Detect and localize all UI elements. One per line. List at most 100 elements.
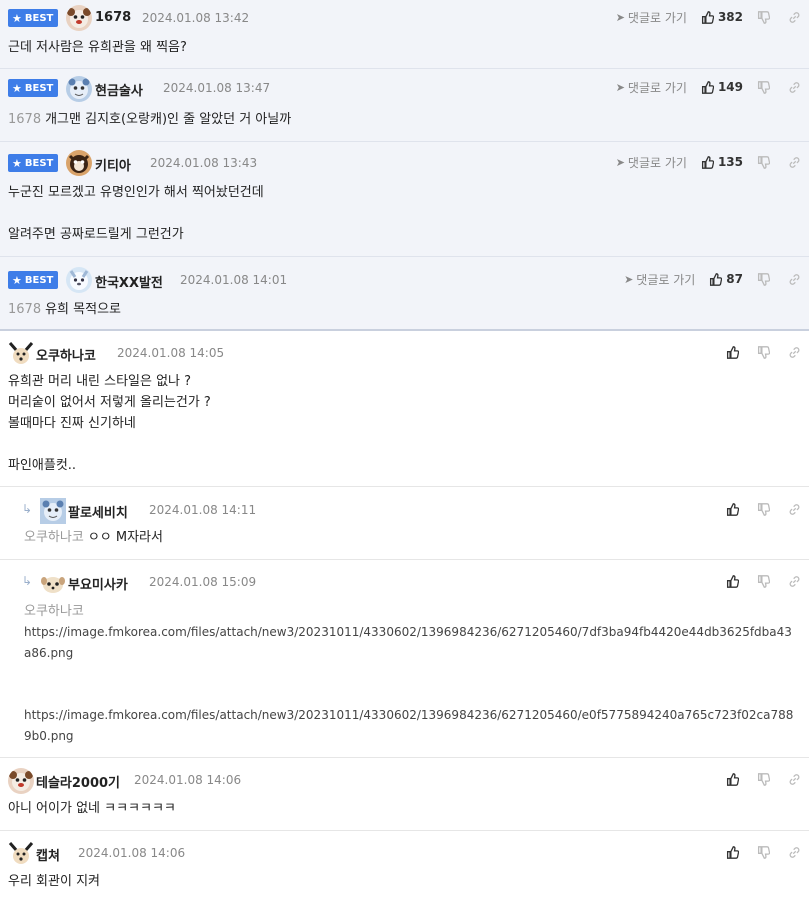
comment-text: 오쿠하나코 ㅇㅇ M자라서 (24, 527, 163, 548)
thumbs-up-icon[interactable] (726, 772, 739, 786)
reply-target[interactable]: 1678 (8, 112, 41, 127)
author-nickname[interactable]: 오쿠하나코 (36, 345, 96, 364)
avatar[interactable] (66, 5, 92, 31)
comment-date: 2024.01.08 13:47 (163, 81, 271, 95)
comment-date: 2024.01.08 14:05 (117, 346, 225, 360)
reply-target[interactable]: 오쿠하나코 (24, 530, 84, 545)
comment-text: 아니 어이가 없네 ㅋㅋㅋㅋㅋㅋ (8, 801, 176, 816)
author-nickname[interactable]: 한국XX발전 (95, 272, 163, 291)
avatar[interactable] (40, 498, 66, 524)
avatar[interactable] (66, 267, 92, 293)
best-comment: ★ BEST 현금술사 2024.01.08 13:47 ➤ 댓글로 가기 149 … (0, 69, 809, 142)
comment-date: 2024.01.08 13:42 (142, 11, 250, 25)
thumbs-down-icon[interactable] (757, 772, 770, 786)
link-icon[interactable] (788, 773, 801, 786)
thumbs-down-icon[interactable] (757, 272, 770, 286)
goto-label: 댓글로 가기 (627, 10, 687, 25)
goto-comment-link[interactable]: ➤ 댓글로 가기 (624, 271, 695, 288)
reply-comment: ↳ 팔로세비치 2024.01.08 14:11 오쿠하나코 ㅇㅇ M자라서 (0, 487, 809, 560)
comment-text: 1678 개그맨 김지호(오랑캐)인 줄 알았던 거 아닐까 (8, 109, 291, 130)
comment-date: 2024.01.08 14:01 (180, 273, 288, 287)
author-nickname[interactable]: 현금술사 (95, 80, 143, 99)
best-badge: ★ BEST (8, 154, 58, 172)
like-count: 149 (717, 80, 743, 94)
link-icon[interactable] (788, 11, 801, 24)
avatar[interactable] (66, 150, 92, 176)
comment-date: 2024.01.08 14:06 (78, 846, 186, 860)
avatar[interactable] (8, 768, 34, 794)
send-arrow-icon: ➤ (615, 155, 625, 169)
thumbs-down-icon[interactable] (757, 10, 770, 24)
thumbs-down-icon[interactable] (757, 345, 770, 359)
avatar[interactable] (66, 76, 92, 102)
best-comment: ★ BEST 1678 2024.01.08 13:42 ➤ 댓글로 가기 382 … (0, 0, 809, 69)
goto-comment-link[interactable]: ➤ 댓글로 가기 (616, 79, 687, 96)
attachment-url[interactable]: https://image.fmkorea.com/files/attach/n… (24, 705, 799, 747)
star-icon: ★ (12, 11, 22, 25)
comment-text: 누군진 모르겠고 유명인인가 해서 찍어놨던건데 알려주면 공짜로드릴게 그런건… (8, 185, 264, 242)
author-nickname[interactable]: 1678 (95, 10, 131, 25)
goto-label: 댓글로 가기 (627, 80, 687, 95)
goto-label: 댓글로 가기 (627, 155, 687, 170)
attachment-url[interactable]: https://image.fmkorea.com/files/attach/n… (24, 622, 799, 664)
thumbs-up-icon[interactable] (701, 80, 714, 94)
comment-date: 2024.01.08 14:06 (134, 773, 242, 787)
thumbs-up-icon[interactable] (726, 502, 739, 516)
best-badge-label: BEST (24, 12, 54, 24)
star-icon: ★ (12, 81, 22, 95)
thumbs-up-icon[interactable] (726, 845, 739, 859)
link-icon[interactable] (788, 503, 801, 516)
star-icon: ★ (12, 156, 22, 170)
reply-comment: ↳ 부요미사카 2024.01.08 15:09 오쿠하나코 https://i… (0, 560, 809, 758)
comment: 테슬라2000기 2024.01.08 14:06 아니 어이가 없네 ㅋㅋㅋㅋ… (0, 758, 809, 831)
avatar[interactable] (40, 570, 66, 596)
thumbs-up-icon[interactable] (701, 155, 714, 169)
author-nickname[interactable]: 부요미사카 (68, 574, 128, 593)
link-icon[interactable] (788, 846, 801, 859)
comment-text: 근데 저사람은 유희관을 왜 찍음? (8, 40, 187, 55)
comment-text: 우리 회관이 지켜 (8, 874, 100, 889)
goto-label: 댓글로 가기 (636, 272, 696, 287)
comment-date: 2024.01.08 14:11 (149, 503, 257, 517)
link-icon[interactable] (788, 575, 801, 588)
best-comment: ★ BEST 한국XX발전 2024.01.08 14:01 ➤ 댓글로 가기 87… (0, 257, 809, 331)
reply-arrow-icon: ↳ (22, 574, 33, 588)
thumbs-up-icon[interactable] (726, 345, 739, 359)
avatar[interactable] (8, 341, 34, 367)
best-badge: ★ BEST (8, 79, 58, 97)
comment-body: ㅇㅇ M자라서 (87, 530, 163, 545)
link-icon[interactable] (788, 273, 801, 286)
reply-target[interactable]: 오쿠하나코 (24, 600, 84, 619)
reply-target[interactable]: 1678 (8, 302, 41, 317)
like-count: 382 (717, 10, 743, 24)
thumbs-down-icon[interactable] (757, 502, 770, 516)
author-nickname[interactable]: 테슬라2000기 (36, 772, 120, 791)
link-icon[interactable] (788, 346, 801, 359)
author-nickname[interactable]: 캡쳐 (36, 845, 60, 864)
thumbs-up-icon[interactable] (701, 10, 714, 24)
goto-comment-link[interactable]: ➤ 댓글로 가기 (616, 154, 687, 171)
best-comment: ★ BEST 키티아 2024.01.08 13:43 ➤ 댓글로 가기 135 누… (0, 142, 809, 257)
comment-text: 유희관 머리 내린 스타일은 없나 ? 머리숱이 없어서 저렇게 올리는건가 ?… (8, 374, 211, 473)
author-nickname[interactable]: 키티아 (95, 155, 131, 174)
avatar[interactable] (8, 841, 34, 867)
thumbs-up-icon[interactable] (726, 574, 739, 588)
thumbs-down-icon[interactable] (757, 845, 770, 859)
best-badge: ★ BEST (8, 271, 58, 289)
comment-list: ★ BEST 1678 2024.01.08 13:42 ➤ 댓글로 가기 382 … (0, 0, 809, 902)
goto-comment-link[interactable]: ➤ 댓글로 가기 (616, 9, 687, 26)
send-arrow-icon: ➤ (624, 272, 634, 286)
link-icon[interactable] (788, 156, 801, 169)
best-badge-label: BEST (24, 157, 54, 169)
thumbs-up-icon[interactable] (709, 272, 723, 286)
thumbs-down-icon[interactable] (757, 80, 770, 94)
best-badge-label: BEST (24, 274, 54, 286)
thumbs-down-icon[interactable] (757, 155, 770, 169)
link-icon[interactable] (788, 81, 801, 94)
best-badge-label: BEST (24, 82, 54, 94)
star-icon: ★ (12, 273, 22, 287)
thumbs-down-icon[interactable] (757, 574, 770, 588)
comment-text: 1678 유희 목적으로 (8, 299, 121, 320)
author-nickname[interactable]: 팔로세비치 (68, 502, 128, 521)
like-count: 135 (717, 155, 743, 169)
